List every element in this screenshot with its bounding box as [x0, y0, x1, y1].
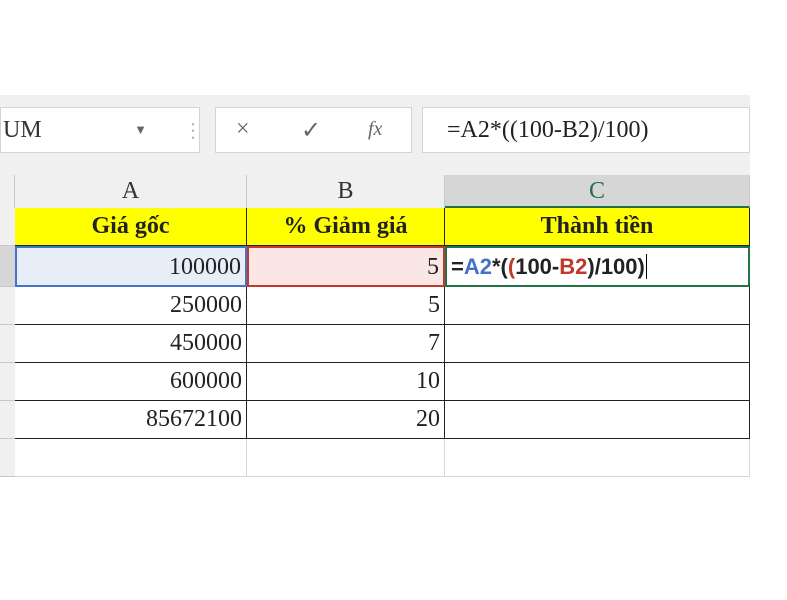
- cell-c6[interactable]: [445, 401, 750, 439]
- column-header-a[interactable]: A: [15, 175, 247, 208]
- cell-c4[interactable]: [445, 325, 750, 363]
- select-all-corner[interactable]: [0, 175, 15, 208]
- cell-c3[interactable]: [445, 287, 750, 325]
- cell-b3[interactable]: 5: [247, 287, 445, 325]
- cell-b4[interactable]: 7: [247, 325, 445, 363]
- name-box[interactable]: UM ▼: [0, 107, 200, 153]
- cell-a5[interactable]: 600000: [15, 363, 247, 401]
- cell-a3[interactable]: 250000: [15, 287, 247, 325]
- formula-text: *(: [491, 254, 508, 279]
- cell-b6[interactable]: 20: [247, 401, 445, 439]
- ref-a2: A2: [463, 254, 492, 279]
- column-header-c[interactable]: C: [445, 175, 750, 208]
- name-box-value: UM: [3, 117, 42, 143]
- cell-a2[interactable]: 100000: [15, 246, 247, 287]
- cell-c5[interactable]: [445, 363, 750, 401]
- row-header[interactable]: [0, 287, 15, 325]
- formula-input[interactable]: =A2*((100-B2)/100): [422, 107, 750, 153]
- column-header-b[interactable]: B: [247, 175, 445, 208]
- cell-c2-editing[interactable]: =A2*((100-B2)/100): [445, 246, 750, 287]
- cell-b5[interactable]: 10: [247, 363, 445, 401]
- formula-text: )/100): [587, 254, 645, 279]
- row-header[interactable]: [0, 325, 15, 363]
- row-header[interactable]: [0, 208, 15, 246]
- enter-icon[interactable]: ✓: [301, 116, 321, 145]
- formula-text: =: [451, 254, 464, 279]
- cell-b7[interactable]: [247, 439, 445, 477]
- row-header[interactable]: [0, 439, 15, 477]
- insert-function-icon[interactable]: fx: [368, 118, 382, 141]
- formula-buttons: × ✓ fx: [215, 107, 412, 153]
- cell-a4[interactable]: 450000: [15, 325, 247, 363]
- cell-a7[interactable]: [15, 439, 247, 477]
- cell-b1[interactable]: % Giảm giá: [247, 208, 445, 246]
- chevron-down-icon[interactable]: ▼: [134, 108, 147, 152]
- cell-a1[interactable]: Giá gốc: [15, 208, 247, 246]
- row-header[interactable]: [0, 363, 15, 401]
- row-header[interactable]: [0, 246, 15, 287]
- row-header[interactable]: [0, 401, 15, 439]
- cell-a6[interactable]: 85672100: [15, 401, 247, 439]
- cell-c1[interactable]: Thành tiền: [445, 208, 750, 246]
- toolbar-separator: ⋮: [183, 120, 203, 142]
- ref-b2: B2: [559, 254, 588, 279]
- formula-text: 100-: [515, 254, 560, 279]
- text-cursor: [645, 254, 647, 279]
- cell-c7[interactable]: [445, 439, 750, 477]
- cell-b2[interactable]: 5: [247, 246, 445, 287]
- cancel-icon[interactable]: ×: [236, 116, 250, 143]
